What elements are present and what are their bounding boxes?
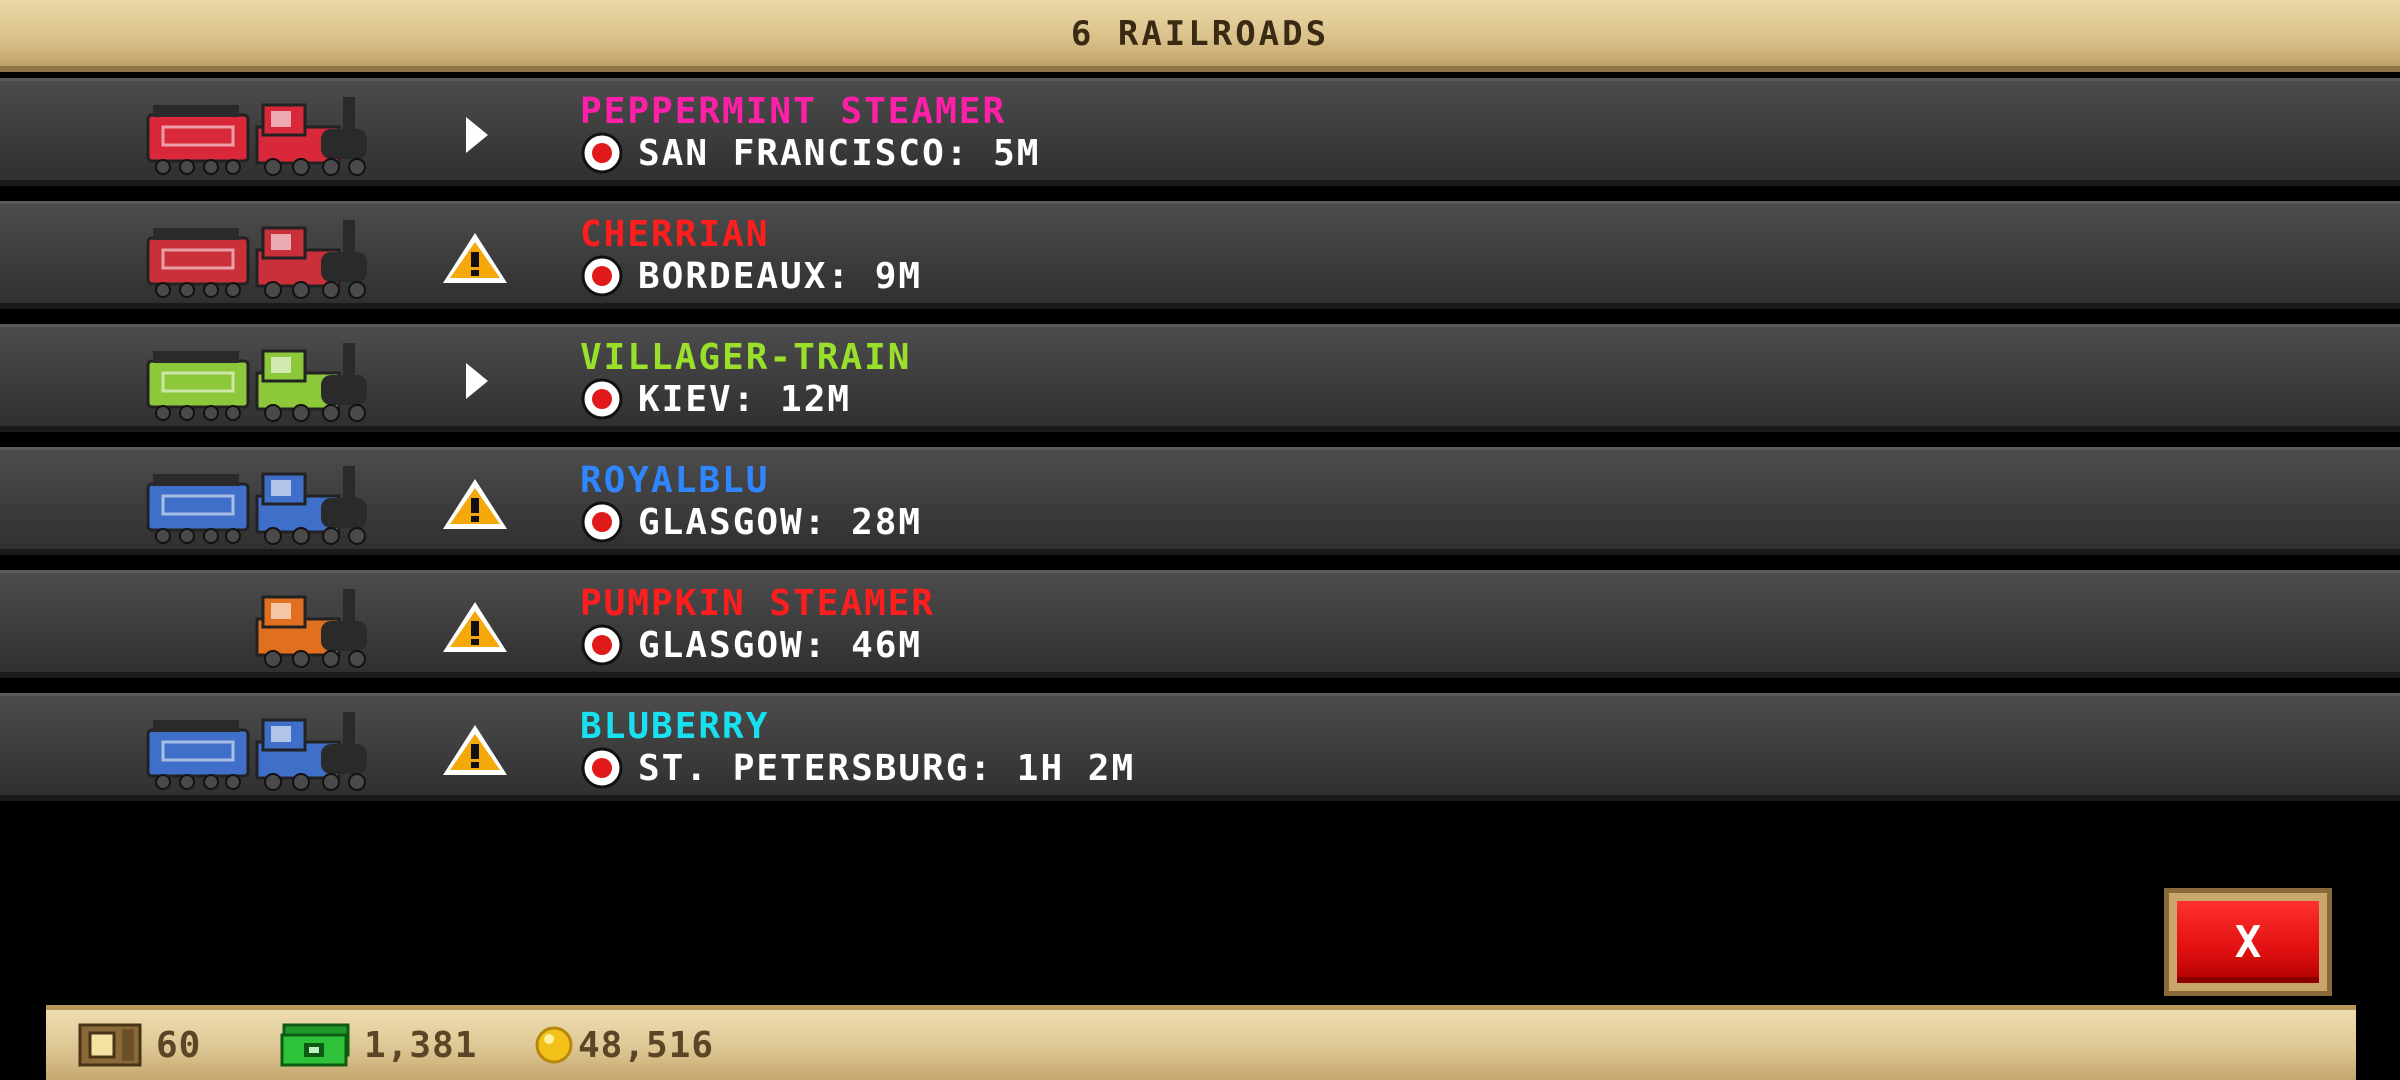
train-icon: [146, 712, 367, 791]
train-icon: [255, 589, 367, 668]
close-button[interactable]: X: [2164, 888, 2332, 996]
railroad-name: VILLAGER-TRAIN: [580, 337, 912, 378]
resource-bar: 60 1,381 48,516: [46, 1005, 2356, 1080]
play-icon[interactable]: [440, 353, 510, 409]
warning-icon[interactable]: [440, 722, 510, 778]
crates-counter: 60: [78, 1023, 201, 1067]
crate-icon: [78, 1023, 142, 1067]
railroad-name: BLUBERRY: [580, 706, 770, 747]
railroad-row[interactable]: CHERRIAN BORDEAUX: 9M: [0, 201, 2400, 309]
page-title: 6 RAILROADS: [1070, 14, 1330, 54]
destination-label: GLASGOW: 28M: [638, 501, 923, 543]
train-icon: [146, 97, 367, 176]
bucks-count: 1,381: [364, 1024, 478, 1066]
destination: BORDEAUX: 9M: [580, 254, 922, 298]
destination-marker-icon: [581, 501, 623, 543]
play-icon[interactable]: [440, 107, 510, 163]
destination-label: KIEV: 12M: [638, 378, 852, 420]
destination-marker-icon: [581, 624, 623, 666]
railroad-name: PUMPKIN STEAMER: [580, 583, 936, 624]
close-icon[interactable]: X: [2177, 901, 2319, 983]
cash-icon: [280, 1023, 350, 1067]
crates-count: 60: [156, 1024, 202, 1066]
warning-icon[interactable]: [440, 230, 510, 286]
destination-marker-icon: [581, 747, 623, 789]
train-icon: [146, 220, 367, 299]
coin-icon: [535, 1026, 573, 1064]
railroad-row[interactable]: VILLAGER-TRAIN KIEV: 12M: [0, 324, 2400, 432]
coins-count: 48,516: [578, 1024, 715, 1066]
railroad-row[interactable]: PUMPKIN STEAMER GLASGOW: 46M: [0, 570, 2400, 678]
railroad-row[interactable]: ROYALBLU GLASGOW: 28M: [0, 447, 2400, 555]
coins-counter: 48,516: [534, 1023, 714, 1067]
destination-label: SAN FRANCISCO: 5M: [638, 132, 1041, 174]
train-icon: [146, 466, 367, 545]
destination-marker-icon: [581, 255, 623, 297]
railroad-name: CHERRIAN: [580, 214, 770, 255]
bucks-counter: 1,381: [280, 1023, 477, 1067]
warning-icon[interactable]: [440, 476, 510, 532]
destination-marker-icon: [581, 378, 623, 420]
railroad-row[interactable]: BLUBERRY ST. PETERSBURG: 1H 2M: [0, 693, 2400, 801]
railroad-name: PEPPERMINT STEAMER: [580, 91, 1007, 132]
railroad-row[interactable]: PEPPERMINT STEAMER SAN FRANCISCO: 5M: [0, 78, 2400, 186]
destination: GLASGOW: 46M: [580, 623, 922, 667]
destination-label: GLASGOW: 46M: [638, 624, 923, 666]
train-icon: [146, 343, 367, 422]
destination-label: BORDEAUX: 9M: [638, 255, 923, 297]
title-bar: 6 RAILROADS: [0, 0, 2400, 72]
railroad-name: ROYALBLU: [580, 460, 770, 501]
destination: GLASGOW: 28M: [580, 500, 922, 544]
destination-label: ST. PETERSBURG: 1H 2M: [638, 747, 1136, 789]
destination: ST. PETERSBURG: 1H 2M: [580, 746, 1135, 790]
destination: SAN FRANCISCO: 5M: [580, 131, 1040, 175]
destination-marker-icon: [581, 132, 623, 174]
destination: KIEV: 12M: [580, 377, 851, 421]
warning-icon[interactable]: [440, 599, 510, 655]
